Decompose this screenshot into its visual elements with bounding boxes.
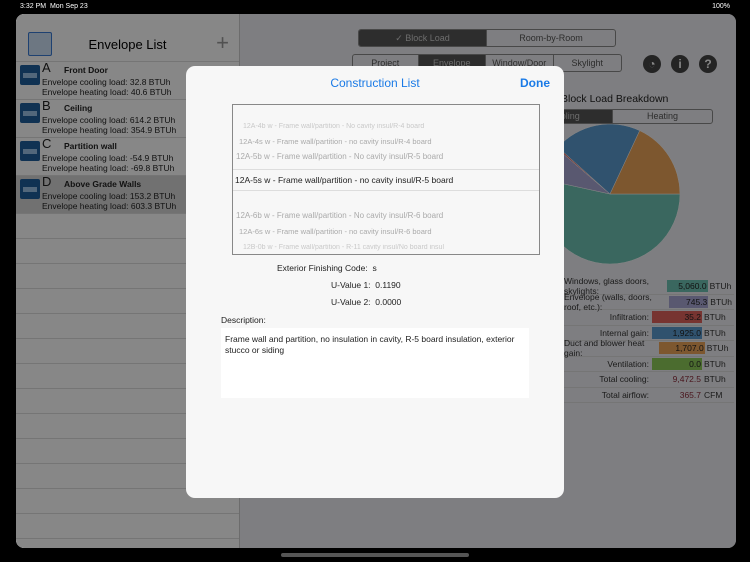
u1-label: U-Value 1: [331, 280, 371, 290]
finishing-label: Exterior Finishing Code: [277, 263, 368, 273]
picker-option[interactable]: 12A-6s w - Frame wall/partition - no cav… [233, 227, 539, 236]
picker-option[interactable]: 12B-0b w - Frame wall/partition - R-11 c… [233, 244, 539, 251]
modal-title: Construction List [330, 76, 420, 90]
time: 3:32 PM [20, 3, 47, 10]
home-indicator[interactable] [281, 553, 469, 557]
picker-option[interactable]: 12A-4b w - Frame wall/partition - No cav… [233, 123, 539, 130]
battery: 100% [712, 3, 730, 10]
description-field[interactable]: Frame wall and partition, no insulation … [221, 328, 529, 398]
u2-label: U-Value 2: [331, 297, 371, 307]
description-label: Description: [221, 315, 266, 325]
u1-value: 0.1190 [375, 280, 401, 290]
status-bar: 3:32 PM Mon Sep 23 100% [0, 0, 750, 14]
picker-option[interactable]: 12A-5s w - Frame wall/partition - no cav… [233, 169, 539, 191]
date: Mon Sep 23 [49, 3, 88, 10]
picker-option[interactable]: 12A-5b w - Frame wall/partition - No cav… [233, 152, 539, 161]
construction-list-modal: Construction List Done 12A-4b w - Frame … [186, 66, 564, 498]
picker-option[interactable]: 12A-4s w - Frame wall/partition - no cav… [233, 137, 539, 146]
picker-option[interactable]: 12A-6b w - Frame wall/partition - No cav… [233, 211, 539, 220]
u2-value: 0.0000 [375, 297, 402, 307]
construction-picker[interactable]: 12A-4b w - Frame wall/partition - No cav… [232, 104, 540, 255]
done-button[interactable]: Done [520, 76, 550, 90]
finishing-value: s [372, 263, 377, 273]
